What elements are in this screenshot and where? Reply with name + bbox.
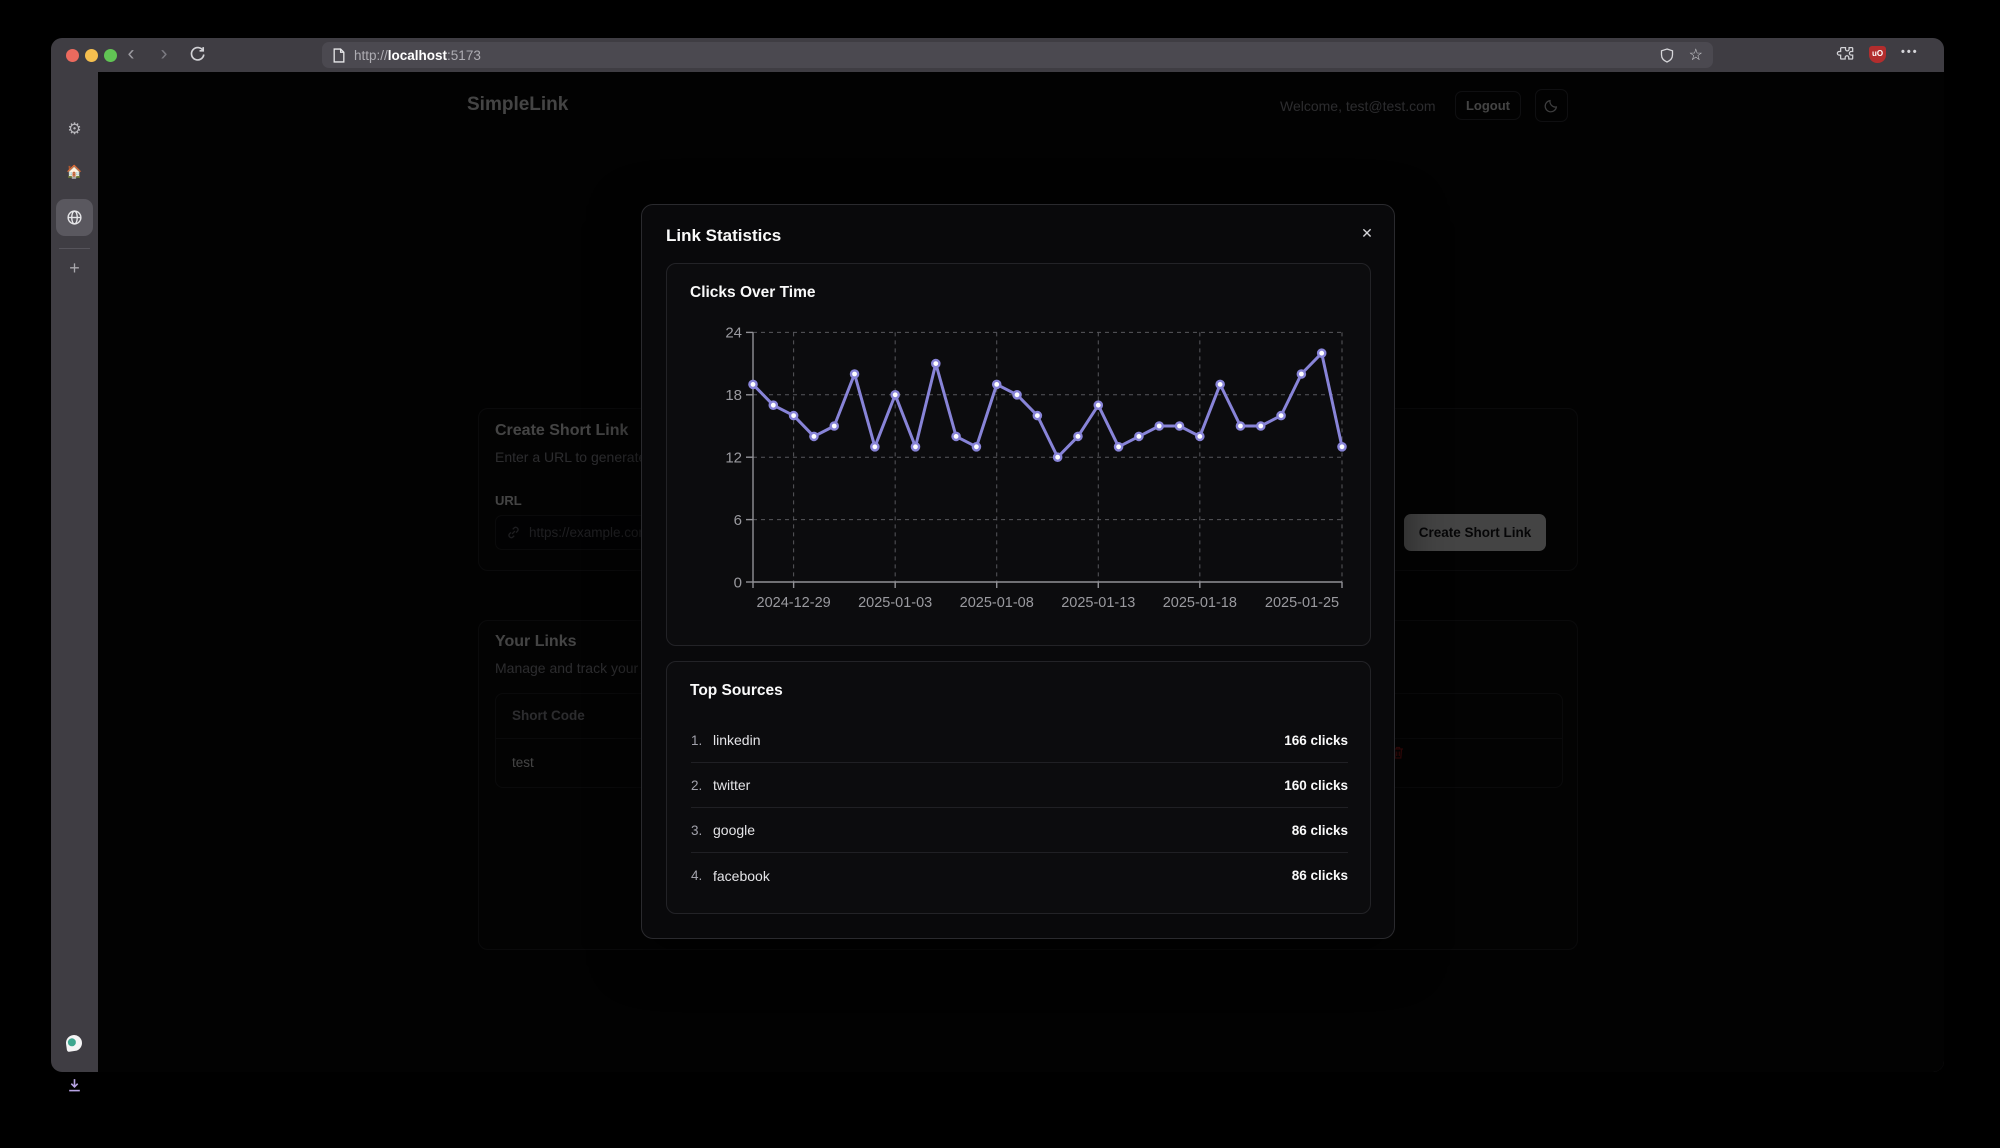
source-name: google [713, 822, 755, 838]
svg-text:2025-01-18: 2025-01-18 [1163, 595, 1237, 611]
active-tab-globe[interactable] [56, 199, 93, 236]
source-row: 3.google 86 clicks [691, 808, 1348, 853]
source-rank: 2. [691, 778, 713, 793]
ublock-badge-icon[interactable]: uO [1869, 46, 1886, 63]
svg-text:12: 12 [725, 449, 742, 466]
svg-text:2025-01-08: 2025-01-08 [960, 595, 1034, 611]
sidebar-app-logo-icon[interactable] [66, 1035, 82, 1051]
source-rank: 4. [691, 868, 713, 883]
url-port: :5173 [447, 48, 481, 63]
sources-title: Top Sources [690, 682, 783, 700]
extensions-puzzle-icon[interactable] [1836, 45, 1855, 64]
source-row: 1.linkedin 166 clicks [691, 718, 1348, 763]
reload-button[interactable] [188, 45, 207, 64]
window-zoom-button[interactable] [104, 49, 117, 62]
settings-gear-icon[interactable]: ⚙ [51, 119, 98, 139]
svg-text:2025-01-03: 2025-01-03 [858, 595, 932, 611]
downloads-icon[interactable] [51, 1077, 98, 1099]
url-scheme: http:// [354, 48, 388, 63]
pinned-tab-home-icon[interactable]: 🏠 [51, 164, 98, 180]
source-rank: 1. [691, 733, 713, 748]
forward-button[interactable]: › [151, 41, 177, 68]
source-clicks: 160 clicks [1284, 778, 1348, 793]
bookmark-star-icon[interactable]: ☆ [1689, 45, 1703, 65]
svg-text:2024-12-29: 2024-12-29 [757, 595, 831, 611]
address-bar[interactable]: http://localhost:5173 ☆ [322, 42, 1713, 68]
source-name: facebook [713, 868, 770, 884]
svg-text:2025-01-25: 2025-01-25 [1265, 595, 1339, 611]
globe-icon [66, 209, 83, 226]
overflow-menu-icon[interactable]: ••• [1901, 46, 1919, 58]
new-tab-button[interactable]: + [51, 258, 98, 279]
top-sources-card: Top Sources 1.linkedin 166 clicks 2.twitte… [666, 661, 1371, 914]
url-host: localhost [388, 48, 447, 63]
clicks-line-chart: 0 6 12 18 24 2024-12-29 2025-01-03 2025-01-08 20… [667, 317, 1372, 617]
source-row: 4.facebook 86 clicks [691, 853, 1348, 898]
clicks-over-time-card: Clicks Over Time 0 6 12 18 24 2024-12-29 2025-… [666, 263, 1371, 646]
dialog-title: Link Statistics [666, 226, 781, 246]
window-minimize-button[interactable] [85, 49, 98, 62]
link-statistics-dialog: Link Statistics ✕ Clicks Over Time 0 6 12 1… [641, 204, 1395, 939]
source-row: 2.twitter 160 clicks [691, 763, 1348, 808]
desktop: ‹ › http://localhost:5173 ☆ uO ••• [0, 0, 2000, 1148]
source-clicks: 86 clicks [1292, 823, 1348, 838]
source-clicks: 166 clicks [1284, 733, 1348, 748]
svg-text:2025-01-13: 2025-01-13 [1061, 595, 1135, 611]
sidebar-divider [59, 248, 90, 249]
source-name: linkedin [713, 732, 760, 748]
tab-sidebar: ⚙ 🏠 + [51, 72, 98, 1072]
svg-text:0: 0 [734, 574, 742, 591]
window-close-button[interactable] [66, 49, 79, 62]
svg-text:6: 6 [734, 512, 742, 529]
close-icon[interactable]: ✕ [1354, 220, 1380, 246]
browser-toolbar: ‹ › http://localhost:5173 ☆ uO ••• [51, 38, 1944, 72]
page-icon [332, 48, 346, 63]
source-clicks: 86 clicks [1292, 868, 1348, 883]
source-rank: 3. [691, 823, 713, 838]
tracking-shield-icon[interactable] [1659, 47, 1675, 64]
svg-text:24: 24 [725, 325, 742, 342]
sources-list: 1.linkedin 166 clicks 2.twitter 160 clicks 3… [691, 718, 1348, 898]
svg-text:18: 18 [725, 387, 742, 404]
back-button[interactable]: ‹ [118, 41, 144, 68]
chart-title: Clicks Over Time [690, 284, 816, 302]
source-name: twitter [713, 777, 750, 793]
